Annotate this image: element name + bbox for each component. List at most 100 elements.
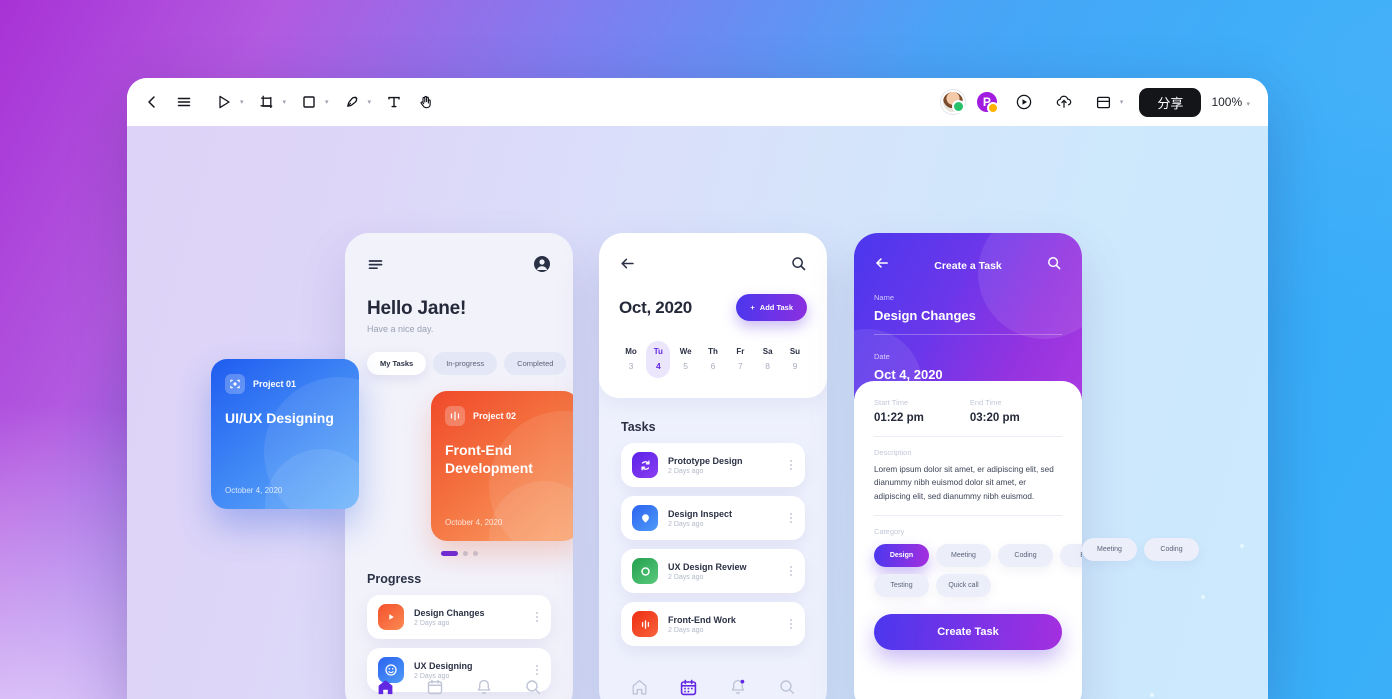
artboard-home-screen[interactable]: Hello Jane! Have a nice day. My Tasks In… xyxy=(345,233,573,699)
design-canvas[interactable]: Hello Jane! Have a nice day. My Tasks In… xyxy=(127,126,1268,699)
list-item-subtitle: 2 Days ago xyxy=(668,626,704,634)
chevron-down-icon[interactable]: ▾ xyxy=(325,98,329,106)
day-th[interactable]: Th 6 xyxy=(701,341,725,378)
chevron-down-icon[interactable]: ▾ xyxy=(283,98,287,106)
day-label: Th xyxy=(708,347,718,356)
nav-calendar-icon[interactable] xyxy=(421,673,449,699)
project-card[interactable]: Project 02 Front-End Development October… xyxy=(431,391,573,541)
nav-bell-icon[interactable] xyxy=(724,673,752,699)
list-item[interactable]: Prototype Design 2 Days ago xyxy=(621,443,805,487)
chevron-down-icon[interactable]: ▾ xyxy=(240,98,244,106)
chip-coding-overflow[interactable]: Coding xyxy=(1144,538,1199,561)
project-card-tag: Project 02 xyxy=(473,411,517,421)
carousel-dot[interactable] xyxy=(462,551,468,556)
present-icon[interactable] xyxy=(1009,87,1039,117)
project-carousel[interactable]: Project 02 Front-End Development October… xyxy=(345,391,573,541)
chip-coding[interactable]: Coding xyxy=(998,543,1053,567)
layout-icon[interactable] xyxy=(1089,87,1119,117)
search-icon[interactable] xyxy=(790,255,807,277)
list-item[interactable]: Design Inspect 2 Days ago xyxy=(621,496,805,540)
cursor-icon[interactable] xyxy=(209,87,239,117)
create-task-button[interactable]: Create Task xyxy=(874,613,1062,650)
nav-search-icon[interactable] xyxy=(519,673,547,699)
artboard-create-task-screen[interactable]: Create a Task Name Design Changes Date O… xyxy=(854,233,1082,699)
tab-completed[interactable]: Completed xyxy=(504,352,567,375)
tab-my-tasks[interactable]: My Tasks xyxy=(367,352,427,375)
zoom-level-control[interactable]: 100% ▾ xyxy=(1211,95,1254,109)
hamburger-icon[interactable] xyxy=(367,256,384,278)
project-card-floating[interactable]: Project 01 UI/UX Designing October 4, 2020 xyxy=(211,359,359,509)
day-label: We xyxy=(679,347,692,356)
avatar[interactable]: P xyxy=(974,90,999,114)
chip-meeting-overflow[interactable]: Meeting xyxy=(1082,538,1137,561)
name-field-value[interactable]: Design Changes xyxy=(874,308,1062,323)
profile-icon[interactable] xyxy=(533,255,551,278)
layout-tool-group[interactable]: ▾ xyxy=(1089,87,1128,117)
list-item-subtitle: 2 Days ago xyxy=(668,520,704,528)
day-sa[interactable]: Sa 8 xyxy=(756,341,780,378)
back-icon[interactable] xyxy=(619,255,636,277)
list-item[interactable]: Front-End Work 2 Days ago xyxy=(621,602,805,646)
nav-search-icon[interactable] xyxy=(773,673,801,699)
shape-tool-group[interactable]: ▾ xyxy=(294,87,333,117)
end-time-value: 03:20 pm xyxy=(969,412,1020,424)
select-tool-group[interactable]: ▾ xyxy=(209,87,248,117)
shape-icon[interactable] xyxy=(294,87,324,117)
end-time-field[interactable]: End Time 03:20 pm xyxy=(970,398,1020,424)
list-item-text: Front-End Work 2 Days ago xyxy=(668,615,778,634)
text-icon[interactable] xyxy=(379,87,409,117)
name-field-label: Name xyxy=(874,293,895,302)
pen-tool-group[interactable]: ▾ xyxy=(337,87,376,117)
nav-home-icon[interactable] xyxy=(626,673,654,699)
more-options-icon[interactable] xyxy=(534,610,540,624)
artboard-tasks-screen[interactable]: Oct, 2020 + Add Task Mo 3 Tu 4 We 5 Th 6… xyxy=(599,233,827,699)
pen-icon[interactable] xyxy=(337,87,367,117)
chip-design[interactable]: Design xyxy=(874,543,929,567)
day-fr[interactable]: Fr 7 xyxy=(728,341,752,378)
chip-meeting[interactable]: Meeting xyxy=(936,543,991,567)
project-card-header: Project 01 xyxy=(225,374,345,394)
more-options-icon[interactable] xyxy=(788,564,794,578)
chip-quick-call[interactable]: Quick call xyxy=(936,573,991,597)
chevron-down-icon[interactable]: ▾ xyxy=(1246,101,1250,108)
time-row: Start Time 01:22 pm End Time 03:20 pm xyxy=(874,398,1062,424)
nav-home-icon[interactable] xyxy=(372,673,400,699)
upload-icon[interactable] xyxy=(1049,87,1079,117)
plus-icon: + xyxy=(750,303,755,312)
day-su[interactable]: Su 9 xyxy=(783,341,807,378)
day-we[interactable]: We 5 xyxy=(674,341,698,378)
more-options-icon[interactable] xyxy=(788,458,794,472)
day-mo[interactable]: Mo 3 xyxy=(619,341,643,378)
chevron-down-icon[interactable]: ▾ xyxy=(368,98,372,106)
chip-bde[interactable]: BDE xyxy=(1060,543,1082,567)
nav-bell-icon[interactable] xyxy=(470,673,498,699)
date-field-value[interactable]: Oct 4, 2020 xyxy=(874,367,1062,382)
canvas-cursor-dot xyxy=(1201,595,1205,599)
share-button[interactable]: 分享 xyxy=(1139,87,1202,117)
menu-icon[interactable] xyxy=(169,87,199,117)
back-icon[interactable] xyxy=(137,87,167,117)
frame-icon[interactable] xyxy=(252,87,282,117)
list-item-subtitle: 2 Days ago xyxy=(668,467,704,475)
search-icon[interactable] xyxy=(1046,255,1062,276)
description-value[interactable]: Lorem ipsum dolor sit amet, er adipiscin… xyxy=(874,463,1062,503)
carousel-dot[interactable] xyxy=(472,551,478,556)
zoom-level-label: 100% xyxy=(1211,95,1243,109)
list-item[interactable]: UX Design Review 2 Days ago xyxy=(621,549,805,593)
carousel-indicator[interactable] xyxy=(345,551,573,556)
start-time-field[interactable]: Start Time 01:22 pm xyxy=(874,398,924,424)
avatar[interactable] xyxy=(940,90,965,114)
nav-calendar-icon[interactable] xyxy=(675,673,703,699)
day-tu[interactable]: Tu 4 xyxy=(646,341,671,378)
chip-testing[interactable]: Testing xyxy=(874,573,929,597)
chevron-down-icon[interactable]: ▾ xyxy=(1120,98,1124,106)
frame-tool-group[interactable]: ▾ xyxy=(252,87,291,117)
back-icon[interactable] xyxy=(874,255,890,276)
list-item[interactable]: Design Changes 2 Days ago xyxy=(367,595,551,639)
more-options-icon[interactable] xyxy=(788,511,794,525)
carousel-dot-active[interactable] xyxy=(440,551,458,556)
hand-icon[interactable] xyxy=(411,87,441,117)
more-options-icon[interactable] xyxy=(788,617,794,631)
add-task-button[interactable]: + Add Task xyxy=(736,294,807,321)
tab-in-progress[interactable]: In-progress xyxy=(433,352,498,375)
